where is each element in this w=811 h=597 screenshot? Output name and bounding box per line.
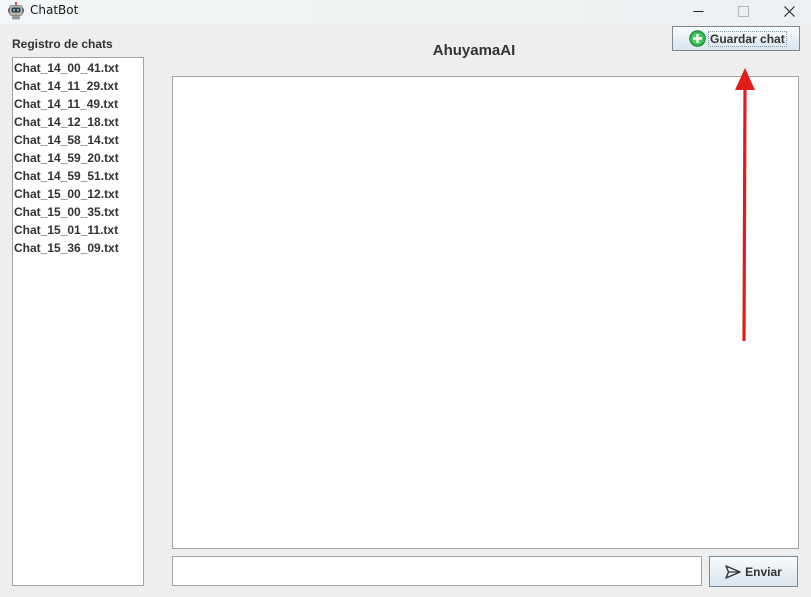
- chat-history-label: Registro de chats: [12, 37, 113, 51]
- chat-history-item[interactable]: Chat_14_58_14.txt: [13, 131, 143, 149]
- save-chat-button[interactable]: Guardar chat: [672, 26, 800, 51]
- chat-history-item[interactable]: Chat_15_36_09.txt: [13, 239, 143, 257]
- save-chat-label: Guardar chat: [708, 30, 787, 47]
- chat-display-area[interactable]: [172, 76, 799, 549]
- send-arrow-icon: [725, 564, 741, 579]
- chat-history-item[interactable]: Chat_14_59_20.txt: [13, 149, 143, 167]
- minimize-icon: [693, 10, 703, 12]
- chat-history-item[interactable]: Chat_14_12_18.txt: [13, 113, 143, 131]
- maximize-button[interactable]: [721, 0, 765, 22]
- send-button[interactable]: Enviar: [709, 556, 798, 587]
- title-bar: ChatBot: [0, 0, 811, 24]
- window-title: ChatBot: [30, 3, 79, 17]
- chat-history-item[interactable]: Chat_14_00_41.txt: [13, 59, 143, 77]
- robot-icon: [8, 2, 24, 20]
- send-label: Enviar: [745, 564, 782, 579]
- close-button[interactable]: [767, 0, 811, 22]
- chat-history-item[interactable]: Chat_15_01_11.txt: [13, 221, 143, 239]
- maximize-icon: [737, 5, 749, 17]
- chat-history-item[interactable]: Chat_15_00_12.txt: [13, 185, 143, 203]
- close-icon: [783, 5, 795, 17]
- chat-history-item[interactable]: Chat_14_59_51.txt: [13, 167, 143, 185]
- minimize-button[interactable]: [676, 0, 720, 22]
- chat-history-item[interactable]: Chat_15_00_35.txt: [13, 203, 143, 221]
- chatbot-window: ChatBot Registro de chats Chat_14_00_41.…: [0, 0, 811, 597]
- add-circle-icon: [689, 30, 706, 47]
- message-input[interactable]: [172, 556, 702, 586]
- chat-history-item[interactable]: Chat_14_11_29.txt: [13, 77, 143, 95]
- chat-history-item[interactable]: Chat_14_11_49.txt: [13, 95, 143, 113]
- chat-history-list[interactable]: Chat_14_00_41.txt Chat_14_11_29.txt Chat…: [12, 57, 144, 586]
- annotation-arrow: [735, 68, 755, 342]
- app-title: AhuyamaAI: [432, 42, 516, 59]
